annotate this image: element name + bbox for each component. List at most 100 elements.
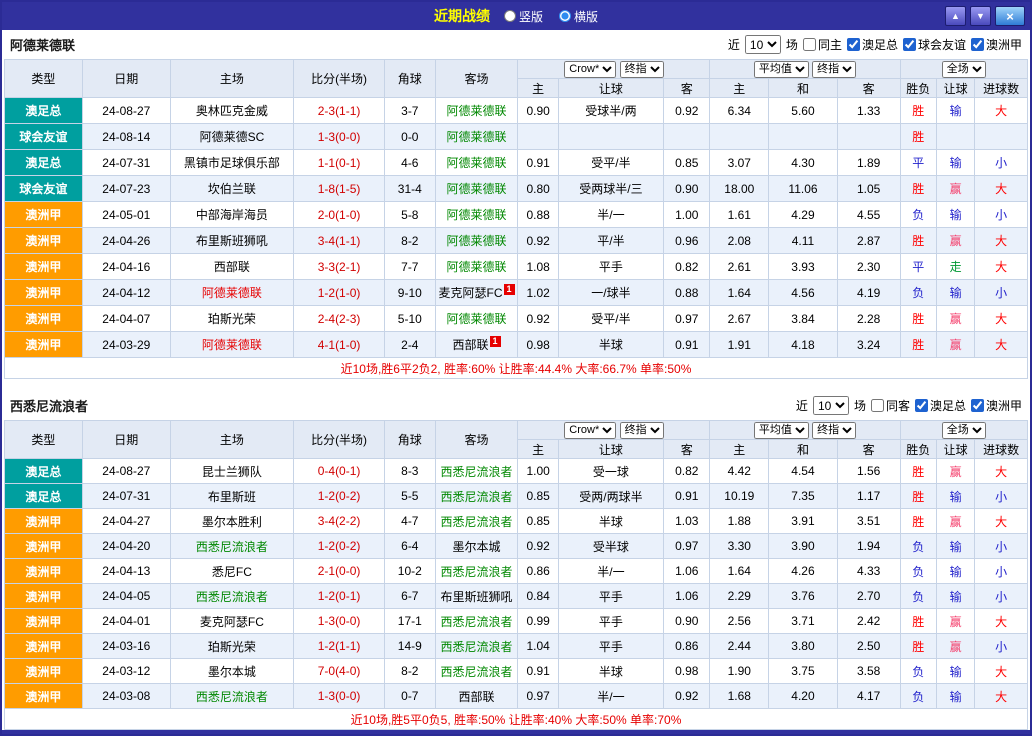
score-cell[interactable]: 1-2(1-0) — [294, 280, 385, 306]
team-name-link[interactable]: 西悉尼流浪者 — [196, 540, 268, 554]
team-name-link[interactable]: 珀斯光荣 — [208, 640, 256, 654]
team-name-link[interactable]: 中部海岸海员 — [196, 208, 268, 222]
team-name-link[interactable]: 阿德莱德联 — [202, 338, 262, 352]
scroll-down-button[interactable]: ▼ — [970, 6, 991, 26]
score-cell[interactable]: 7-0(4-0) — [294, 659, 385, 684]
average-select[interactable]: 平均值 — [754, 61, 809, 78]
team-name-link[interactable]: 阿德莱德联 — [447, 156, 507, 170]
col-result-handicap: 让球 — [936, 440, 974, 459]
team-name-link[interactable]: 阿德莱德联 — [447, 104, 507, 118]
team-name-link[interactable]: 麦克阿瑟FC — [200, 615, 264, 629]
score-cell[interactable]: 1-8(1-5) — [294, 176, 385, 202]
team-name-link[interactable]: 布里斯班狮吼 — [196, 234, 268, 248]
team-name-link[interactable]: 阿德莱德联 — [447, 260, 507, 274]
same-venue-checkbox[interactable]: 同客 — [871, 397, 910, 414]
league-filter-checkbox[interactable]: 澳足总 — [847, 36, 898, 53]
score-cell[interactable]: 1-3(0-0) — [294, 609, 385, 634]
team-name-link[interactable]: 阿德莱德联 — [447, 234, 507, 248]
average-stage-select[interactable]: 终指 — [812, 422, 856, 439]
league-filter-checkbox-input[interactable] — [971, 399, 984, 412]
team-name-link[interactable]: 黑镇市足球俱乐部 — [184, 156, 280, 170]
avg-home-cell: 10.19 — [710, 484, 769, 509]
team-name-link[interactable]: 墨尔本城 — [453, 540, 501, 554]
score-cell[interactable]: 3-4(2-2) — [294, 509, 385, 534]
team-name-link[interactable]: 墨尔本胜利 — [202, 515, 262, 529]
scroll-up-button[interactable]: ▲ — [945, 6, 966, 26]
score-cell[interactable]: 3-4(1-1) — [294, 228, 385, 254]
layout-radio-horizontal[interactable]: 横版 — [559, 8, 598, 25]
home-team-cell: 布里斯班狮吼 — [170, 228, 293, 254]
team-name-link[interactable]: 西悉尼流浪者 — [441, 640, 513, 654]
layout-radio-vertical[interactable]: 竖版 — [504, 8, 543, 25]
team-name-link[interactable]: 西悉尼流浪者 — [196, 590, 268, 604]
score-cell[interactable]: 3-3(2-1) — [294, 254, 385, 280]
league-filter-checkbox-input[interactable] — [915, 399, 928, 412]
layout-radio-input[interactable] — [504, 10, 516, 22]
team-name-link[interactable]: 阿德莱德SC — [200, 130, 265, 144]
league-filter-checkbox-input[interactable] — [971, 38, 984, 51]
match-count-select[interactable]: 10 — [745, 35, 781, 54]
score-cell[interactable]: 1-3(0-0) — [294, 684, 385, 709]
score-cell[interactable]: 2-1(0-0) — [294, 559, 385, 584]
team-name-link[interactable]: 阿德莱德联 — [447, 208, 507, 222]
score-cell[interactable]: 0-4(0-1) — [294, 459, 385, 484]
odds-stage-select[interactable]: 终指 — [620, 422, 664, 439]
team-name-link[interactable]: 奥林匹克金威 — [196, 104, 268, 118]
team-name-link[interactable]: 西部联 — [453, 338, 489, 352]
team-name-link[interactable]: 麦克阿瑟FC — [439, 286, 503, 300]
score-cell[interactable]: 2-3(1-1) — [294, 98, 385, 124]
bookmaker-select[interactable]: Crow* — [564, 422, 616, 439]
team-name-link[interactable]: 阿德莱德联 — [447, 182, 507, 196]
match-count-select[interactable]: 10 — [813, 396, 849, 415]
score-cell[interactable]: 1-2(0-1) — [294, 584, 385, 609]
team-name-link[interactable]: 悉尼FC — [212, 565, 252, 579]
league-filter-checkbox-input[interactable] — [903, 38, 916, 51]
team-name-link[interactable]: 昆士兰狮队 — [202, 465, 262, 479]
score-cell[interactable]: 1-2(0-2) — [294, 534, 385, 559]
league-filter-checkbox-input[interactable] — [847, 38, 860, 51]
close-button[interactable]: × — [995, 6, 1025, 26]
same-venue-checkbox-input[interactable] — [803, 38, 816, 51]
score-cell[interactable]: 4-1(1-0) — [294, 332, 385, 358]
avg-home-cell: 2.29 — [710, 584, 769, 609]
team-name-link[interactable]: 墨尔本城 — [208, 665, 256, 679]
team-name-link[interactable]: 阿德莱德联 — [447, 312, 507, 326]
team-name-link[interactable]: 西悉尼流浪者 — [441, 515, 513, 529]
layout-radio-input[interactable] — [559, 10, 571, 22]
same-venue-checkbox-input[interactable] — [871, 399, 884, 412]
team-name-link[interactable]: 西悉尼流浪者 — [441, 490, 513, 504]
team-name-link[interactable]: 布里斯班 — [208, 490, 256, 504]
odds-stage-select[interactable]: 终指 — [620, 61, 664, 78]
league-filter-checkbox[interactable]: 澳足总 — [915, 397, 966, 414]
team-name-link[interactable]: 珀斯光荣 — [208, 312, 256, 326]
league-filter-checkbox[interactable]: 澳洲甲 — [971, 36, 1022, 53]
average-select[interactable]: 平均值 — [754, 422, 809, 439]
fulltime-select[interactable]: 全场 — [942, 422, 986, 439]
league-filter-checkbox[interactable]: 澳洲甲 — [971, 397, 1022, 414]
score-cell[interactable]: 1-3(0-0) — [294, 124, 385, 150]
team-name-link[interactable]: 布里斯班狮吼 — [441, 590, 513, 604]
score-cell[interactable]: 2-4(2-3) — [294, 306, 385, 332]
team-name-link[interactable]: 西悉尼流浪者 — [441, 665, 513, 679]
team-name-link[interactable]: 西部联 — [214, 260, 250, 274]
team-name-link[interactable]: 西部联 — [459, 690, 495, 704]
league-filter-checkbox[interactable]: 球会友谊 — [903, 36, 966, 53]
same-venue-checkbox[interactable]: 同主 — [803, 36, 842, 53]
team-name-link[interactable]: 阿德莱德联 — [447, 130, 507, 144]
team-name-link[interactable]: 西悉尼流浪者 — [196, 690, 268, 704]
team-name-link[interactable]: 阿德莱德联 — [202, 286, 262, 300]
team-name-link[interactable]: 西悉尼流浪者 — [441, 565, 513, 579]
odds-home-cell: 0.97 — [518, 684, 558, 709]
bookmaker-select[interactable]: Crow* — [564, 61, 616, 78]
average-stage-select[interactable]: 终指 — [812, 61, 856, 78]
team-name-link[interactable]: 西悉尼流浪者 — [441, 615, 513, 629]
score-cell[interactable]: 1-2(1-1) — [294, 634, 385, 659]
result-handicap-cell: 输 — [936, 150, 974, 176]
team-name-link[interactable]: 坎伯兰联 — [208, 182, 256, 196]
score-cell[interactable]: 1-1(0-1) — [294, 150, 385, 176]
team-name-link[interactable]: 西悉尼流浪者 — [441, 465, 513, 479]
score-cell[interactable]: 1-2(0-2) — [294, 484, 385, 509]
odds-home-cell: 0.92 — [518, 228, 558, 254]
fulltime-select[interactable]: 全场 — [942, 61, 986, 78]
score-cell[interactable]: 2-0(1-0) — [294, 202, 385, 228]
